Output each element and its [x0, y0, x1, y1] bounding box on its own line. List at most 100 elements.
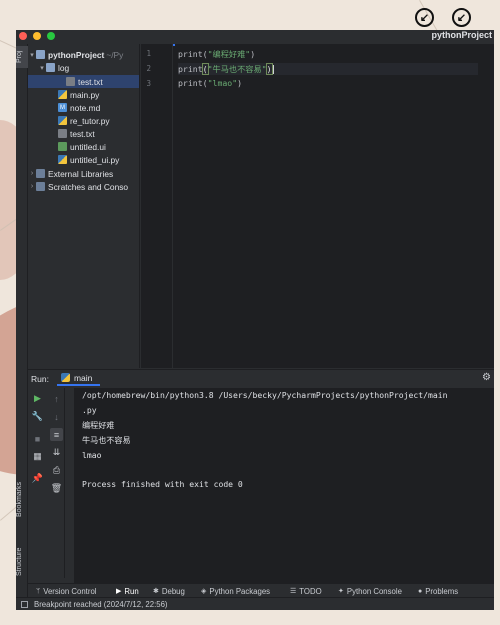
tab-label: Version Control — [43, 586, 97, 596]
code-string: "编程好难" — [207, 49, 251, 59]
console-line: .py — [82, 405, 97, 415]
console-line: 牛马也不容易 — [82, 435, 131, 445]
text-caret — [272, 65, 274, 74]
bug-icon: ✱ — [153, 588, 159, 595]
code-line[interactable]: print("lmao") — [178, 78, 242, 88]
tree-item-label: re_tutor.py — [70, 115, 110, 126]
code-editor[interactable]: 1 2 3 print("编程好难") print("牛马也不容易") prin… — [141, 44, 494, 368]
tree-scratches[interactable]: › Scratches and Conso — [28, 180, 139, 193]
arrow-up-icon[interactable]: ↑ — [50, 392, 63, 405]
tab-label: Debug — [161, 586, 185, 596]
text-file-icon — [66, 77, 75, 86]
code-line-current[interactable]: print("牛马也不容易") — [178, 63, 478, 75]
trash-icon[interactable]: 🗑 — [50, 482, 63, 495]
python-file-icon — [58, 90, 67, 99]
info-icon: ● — [418, 587, 423, 595]
library-icon — [36, 169, 45, 178]
line-gutter: 1 2 3 — [141, 44, 173, 368]
chevron-down-icon[interactable]: ▾ — [38, 64, 46, 72]
code-line[interactable]: print("编程好难") — [178, 48, 255, 60]
tree-root[interactable]: ▾ pythonProject ~/Py — [28, 48, 139, 61]
markdown-file-icon: M — [58, 103, 67, 112]
tree-item-label: test.txt — [78, 76, 103, 87]
play-icon: ▶ — [116, 588, 122, 595]
tree-item-untitled-ui-py[interactable]: untitled_ui.py — [28, 153, 139, 166]
project-panel: ▾ pythonProject ~/Py ▾ log test.txt main… — [28, 44, 140, 368]
folder-icon — [36, 50, 45, 59]
tree-external-libraries[interactable]: › External Libraries — [28, 167, 139, 180]
chevron-right-icon[interactable]: › — [28, 170, 36, 177]
tab-label: TODO — [299, 586, 322, 596]
layout-icon[interactable]: ▦ — [31, 450, 44, 463]
run-panel-header: Run: main ⚙ — [28, 370, 494, 387]
bookmarks-tool-tab[interactable]: Bookmarks — [16, 474, 28, 524]
tab-label: Problems — [425, 586, 459, 596]
ui-file-icon — [58, 142, 67, 151]
tab-todo[interactable]: ☰ TODO — [290, 585, 322, 597]
code-function: print — [178, 78, 203, 88]
tab-python-console[interactable]: ✦ Python Console — [338, 585, 402, 597]
toggle-tool-windows-icon[interactable] — [21, 600, 28, 608]
back-arrow-icon[interactable]: ↙ — [415, 8, 434, 27]
code-function: print — [178, 49, 203, 59]
tree-item-label: test.txt — [70, 128, 95, 139]
tab-problems[interactable]: ● Problems — [418, 585, 458, 597]
window-project-title: pythonProject — [431, 30, 492, 40]
tab-run[interactable]: ▶ Run — [116, 585, 139, 597]
close-window-button[interactable] — [19, 32, 27, 40]
console-line: lmao — [82, 450, 102, 460]
tree-item-re-tutor-py[interactable]: re_tutor.py — [28, 114, 139, 127]
tree-folder-log[interactable]: ▾ log — [28, 61, 139, 74]
list-icon: ☰ — [290, 588, 297, 595]
tree-item-main-py[interactable]: main.py — [28, 88, 139, 101]
title-bar: pythonProject — [16, 30, 494, 44]
print-icon[interactable]: ⎙ — [50, 464, 63, 477]
scroll-to-end-button[interactable]: ⇊ — [50, 446, 63, 459]
text-file-icon — [58, 129, 67, 138]
tab-label: Run — [124, 586, 139, 596]
minimize-window-button[interactable] — [33, 32, 41, 40]
project-tool-tab[interactable]: Proj — [16, 46, 28, 68]
pin-icon[interactable]: 📌 — [31, 472, 44, 485]
tab-version-control[interactable]: ᛘ Version Control — [36, 585, 97, 597]
tree-item-test-txt[interactable]: test.txt — [28, 127, 139, 140]
chevron-right-icon[interactable]: › — [28, 183, 36, 190]
status-bar: Breakpoint reached (2024/7/12, 22:56) — [16, 597, 494, 610]
tab-label: Python Console — [346, 586, 402, 596]
console-line: /opt/homebrew/bin/python3.8 /Users/becky… — [82, 390, 448, 400]
run-config-tab[interactable]: main — [56, 371, 101, 386]
tree-item-label: untitled_ui.py — [70, 154, 120, 165]
code-string: "牛马也不容易" — [207, 64, 267, 74]
tree-folder-label: log — [58, 62, 70, 73]
stop-button[interactable]: ■ — [31, 432, 44, 445]
tree-item-note-md[interactable]: M note.md — [28, 101, 139, 114]
gear-icon[interactable]: ⚙ — [482, 372, 491, 383]
chevron-down-icon[interactable]: ▾ — [28, 51, 36, 59]
folder-icon — [46, 63, 55, 72]
code-paren: ) — [250, 49, 256, 59]
tree-item-log-test-txt[interactable]: test.txt — [28, 75, 139, 88]
console-output[interactable]: /opt/homebrew/bin/python3.8 /Users/becky… — [74, 388, 494, 584]
tree-item-untitled-ui[interactable]: untitled.ui — [28, 140, 139, 153]
arrow-down-icon[interactable]: ↓ — [50, 410, 63, 423]
python-icon — [60, 373, 70, 382]
run-panel-label: Run: — [31, 373, 49, 384]
line-number: 2 — [146, 64, 151, 73]
tab-python-packages[interactable]: ◈ Python Packages — [201, 585, 270, 597]
run-tab-label: main — [73, 372, 93, 383]
code-function: print — [178, 64, 203, 74]
tab-label: Python Packages — [209, 586, 271, 596]
structure-tool-tab[interactable]: Structure — [16, 542, 28, 582]
line-number: 1 — [146, 49, 151, 58]
back-arrow-icon[interactable]: ↙ — [452, 8, 471, 27]
tree-root-label: pythonProject — [48, 49, 105, 60]
wrench-icon[interactable]: 🔧 — [31, 410, 44, 423]
branch-icon: ᛘ — [36, 587, 41, 595]
rerun-button[interactable]: ▶ — [31, 392, 44, 405]
tab-debug[interactable]: ✱ Debug — [153, 585, 185, 597]
status-message: Breakpoint reached (2024/7/12, 22:56) — [34, 599, 168, 609]
soft-wrap-button[interactable]: ≡ — [50, 428, 63, 441]
bottom-tool-tabs: ᛘ Version Control ▶ Run ✱ Debug ◈ Python Pac… — [28, 583, 494, 597]
console-line: 编程好难 — [82, 420, 115, 430]
zoom-window-button[interactable] — [47, 32, 55, 40]
